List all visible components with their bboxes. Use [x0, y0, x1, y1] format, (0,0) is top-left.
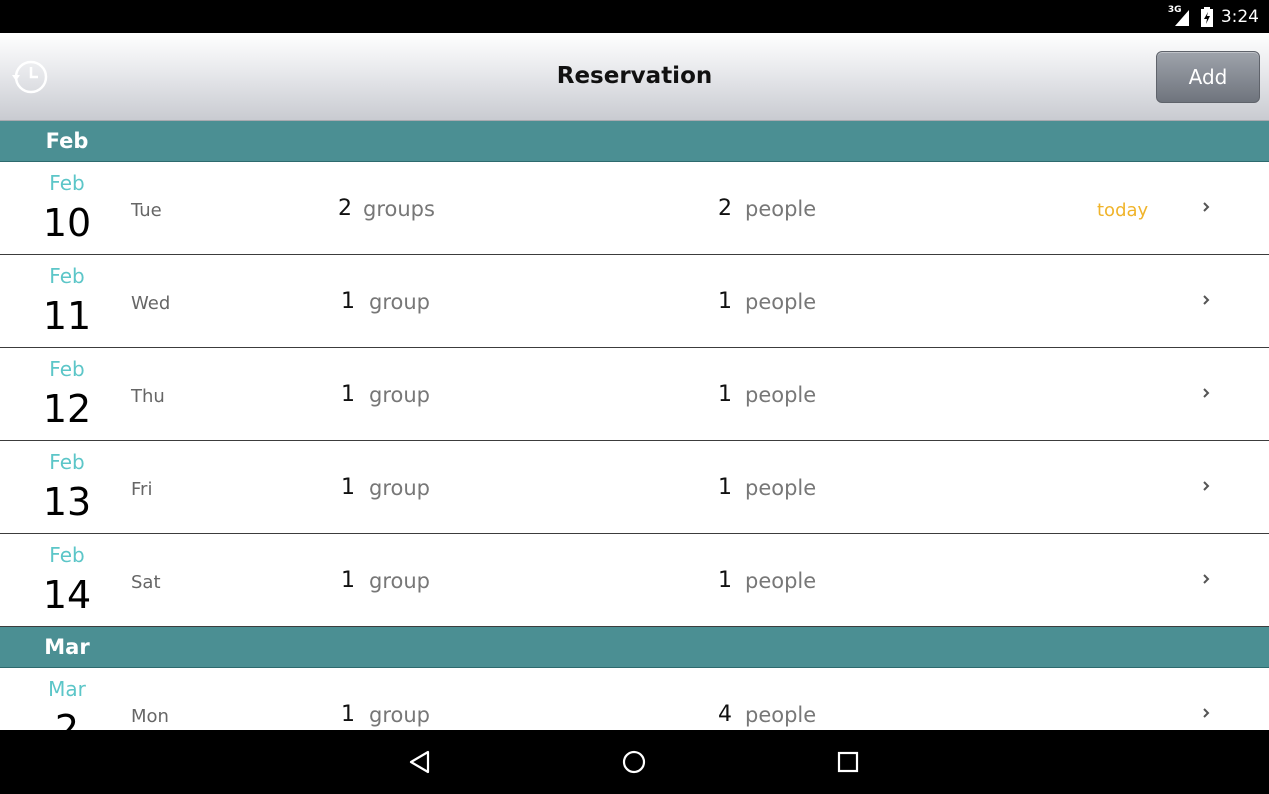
row-month: Feb	[49, 543, 85, 567]
row-people-label: people	[745, 703, 817, 727]
back-button[interactable]	[402, 744, 438, 780]
reservation-row[interactable]: Feb 11 Wed 1 group 1 people	[0, 255, 1269, 348]
row-people-label: people	[745, 383, 817, 407]
section-header-feb: Feb	[0, 121, 1269, 162]
row-people-count: 1	[718, 475, 732, 500]
recents-square-icon	[837, 751, 859, 773]
row-people-label: people	[745, 290, 817, 314]
home-circle-icon	[622, 750, 646, 774]
reservation-row[interactable]: Feb 12 Thu 1 group 1 people	[0, 348, 1269, 441]
chevron-right-icon	[1203, 295, 1210, 305]
reservation-row[interactable]: Feb 14 Sat 1 group 1 people	[0, 534, 1269, 627]
chevron-right-icon	[1203, 388, 1210, 398]
row-people-count: 1	[718, 289, 732, 314]
recents-button[interactable]	[830, 744, 866, 780]
reservation-list[interactable]: Feb Feb 10 Tue 2 groups 2 people today F…	[0, 121, 1269, 730]
reservation-row[interactable]: Mar 2 Mon 1 group 4 people	[0, 668, 1269, 730]
status-bar: 3G 3:24	[0, 0, 1269, 33]
reservation-row[interactable]: Feb 13 Fri 1 group 1 people	[0, 441, 1269, 534]
battery-icon	[1200, 7, 1213, 27]
add-button[interactable]: Add	[1156, 51, 1260, 103]
row-people-count: 1	[718, 568, 732, 593]
row-people-count: 4	[718, 702, 732, 727]
chevron-right-icon	[1203, 574, 1210, 584]
section-label: Mar	[44, 635, 90, 659]
section-header-mar: Mar	[0, 627, 1269, 668]
chevron-right-icon	[1203, 481, 1210, 491]
section-label: Feb	[45, 129, 89, 153]
today-badge: today	[1097, 200, 1149, 221]
page-title: Reservation	[556, 63, 713, 89]
system-nav-bar	[0, 730, 1269, 794]
chevron-right-icon	[1203, 202, 1210, 212]
row-people-label: people	[745, 476, 817, 500]
row-month: Feb	[49, 357, 85, 381]
row-people-count: 2	[718, 196, 732, 221]
row-month: Feb	[49, 450, 85, 474]
back-triangle-icon	[409, 750, 430, 774]
chevron-right-icon	[1203, 708, 1210, 718]
row-month: Feb	[49, 171, 85, 195]
home-button[interactable]	[616, 744, 652, 780]
row-month: Mar	[48, 677, 86, 701]
row-month: Feb	[49, 264, 85, 288]
status-icons: 3G 3:24	[1168, 5, 1259, 28]
status-clock: 3:24	[1220, 7, 1259, 27]
app-bar: Reservation Add	[0, 33, 1269, 121]
signal-icon: 3G	[1168, 5, 1193, 27]
reservation-row[interactable]: Feb 10 Tue 2 groups 2 people today	[0, 162, 1269, 255]
row-people-label: people	[745, 197, 817, 221]
row-people-count: 1	[718, 382, 732, 407]
row-people-label: people	[745, 569, 817, 593]
